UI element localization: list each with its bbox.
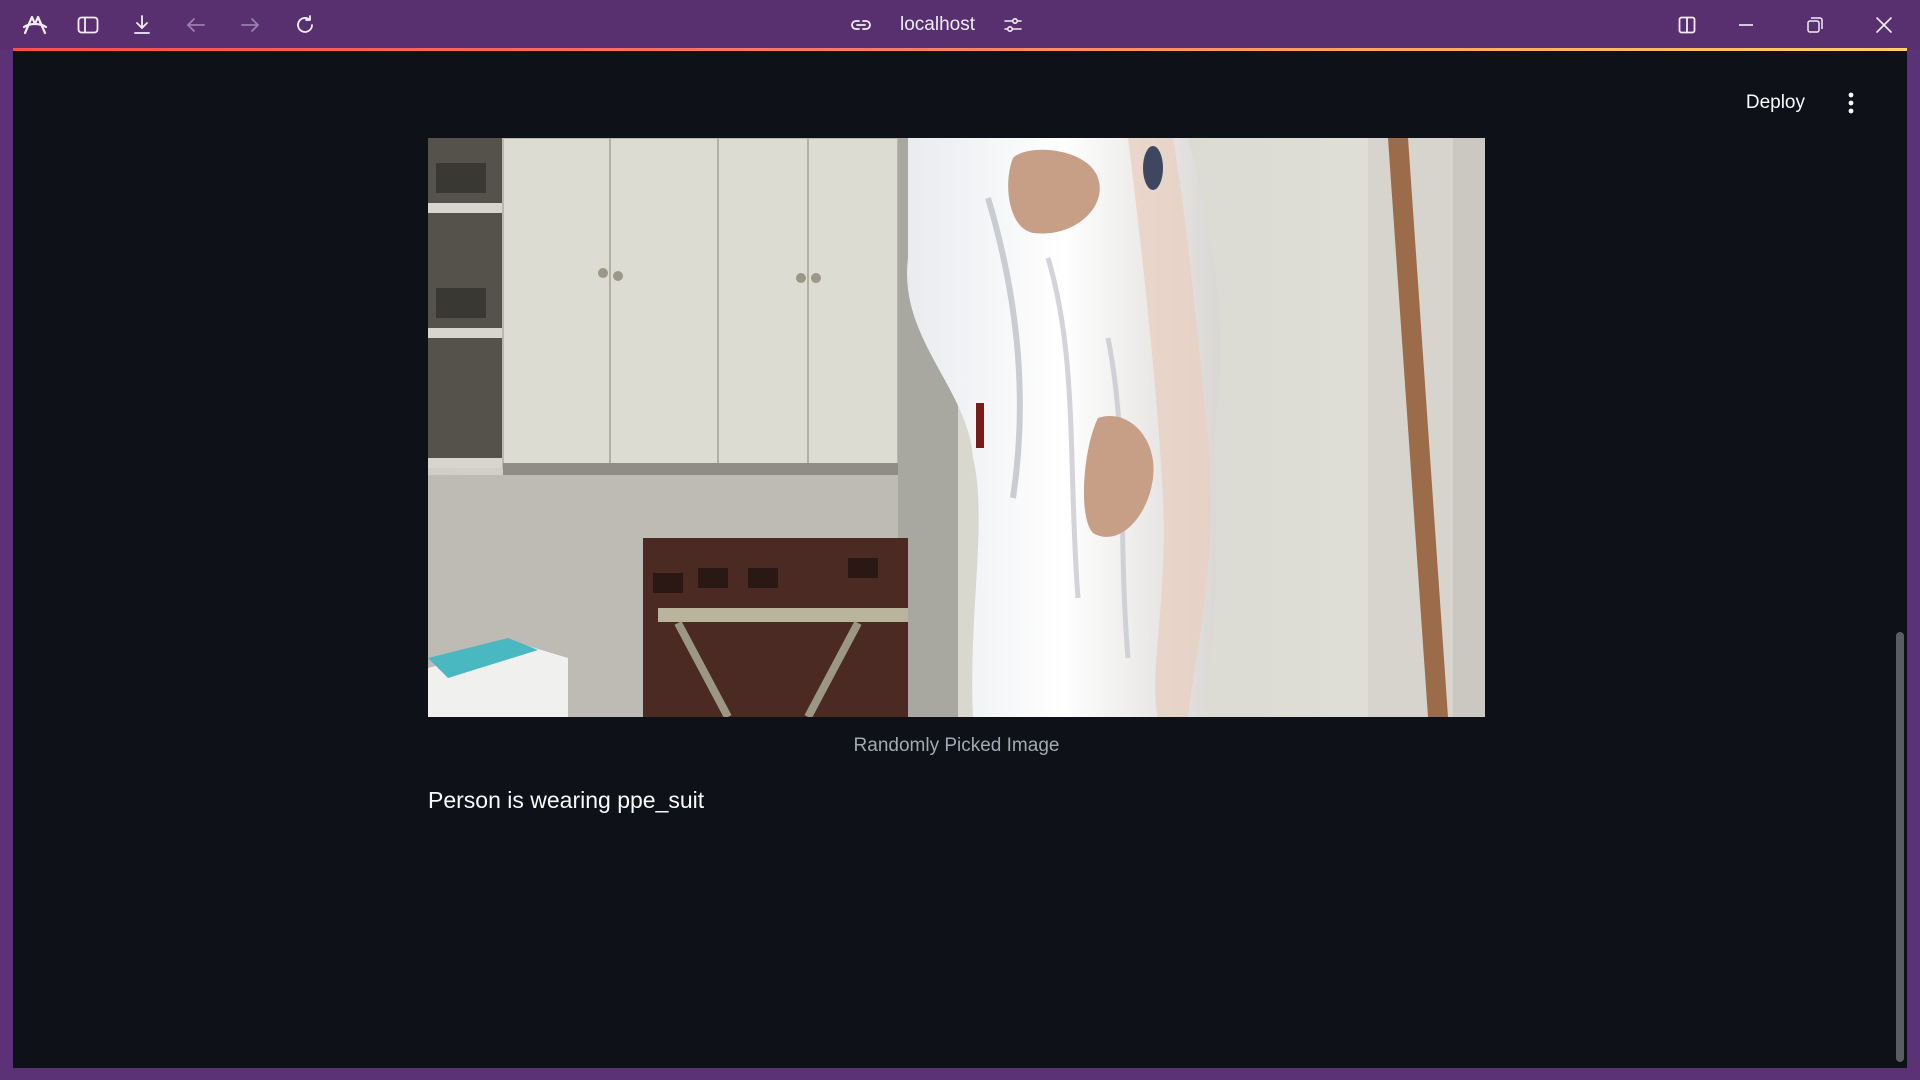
- download-icon[interactable]: [127, 10, 157, 40]
- image-caption: Randomly Picked Image: [853, 735, 1060, 756]
- browser-titlebar: localhost: [0, 0, 1920, 50]
- reload-icon[interactable]: [290, 10, 320, 40]
- picked-image-illustration: [428, 138, 1485, 717]
- address-bar[interactable]: localhost: [850, 8, 1023, 42]
- close-icon[interactable]: [1869, 10, 1899, 40]
- prediction-result: Person is wearing ppe_suit: [428, 787, 705, 813]
- deploy-button[interactable]: Deploy: [1734, 85, 1817, 121]
- arrow-right-icon[interactable]: [235, 10, 265, 40]
- picked-image: [428, 138, 1485, 717]
- sliders-icon[interactable]: [1003, 16, 1023, 34]
- app-header: Deploy: [13, 51, 1907, 151]
- kebab-menu-icon[interactable]: [1833, 85, 1869, 121]
- arrow-left-icon[interactable]: [181, 10, 211, 40]
- app-viewport: Deploy Randomly Picked Image Person is w…: [13, 51, 1907, 1068]
- scrollbar-thumb[interactable]: [1896, 632, 1904, 1062]
- restore-icon[interactable]: [1800, 10, 1830, 40]
- url-text[interactable]: localhost: [886, 14, 989, 36]
- link-icon[interactable]: [850, 18, 872, 32]
- split-view-icon[interactable]: [1672, 10, 1702, 40]
- scrollbar[interactable]: [1894, 51, 1904, 1068]
- arc-logo-icon[interactable]: [20, 10, 50, 40]
- minimize-icon[interactable]: [1731, 10, 1761, 40]
- sidebar-toggle-icon[interactable]: [73, 10, 103, 40]
- main-content: Randomly Picked Image Person is wearing …: [428, 138, 1485, 814]
